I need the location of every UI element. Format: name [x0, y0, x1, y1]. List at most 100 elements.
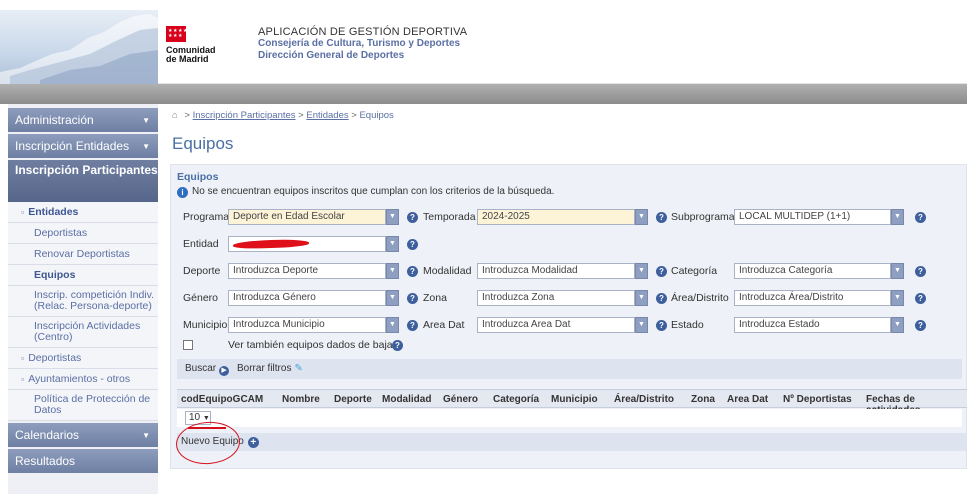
sidebar-item-label: Ayuntamientos - otros — [28, 373, 131, 385]
help-icon[interactable]: ? — [915, 212, 926, 223]
arrow-right-icon: ▶ — [219, 366, 230, 376]
programa-select[interactable]: Deporte en Edad Escolar ▼ — [228, 209, 399, 225]
help-icon[interactable]: ? — [656, 212, 667, 223]
sidebar-item-deportistas[interactable]: Deportistas — [8, 223, 158, 244]
subprograma-label: Subprograma — [671, 211, 735, 223]
estado-input[interactable]: Introduzca Estado ▼ — [734, 317, 904, 333]
dropdown-arrow-icon[interactable]: ▼ — [635, 209, 648, 225]
eraser-icon: ✎ — [294, 363, 303, 374]
notice-message: i No se encuentran equipos inscritos que … — [177, 186, 554, 198]
deporte-label: Deporte — [183, 265, 221, 277]
breadcrumb-inscripcion-participantes[interactable]: Inscripción Participantes — [193, 110, 296, 121]
help-icon[interactable]: ? — [407, 239, 418, 250]
sidebar-item-deportistas-top[interactable]: ▫ Deportistas — [8, 348, 158, 369]
col-area-distrito[interactable]: Área/Distrito — [614, 394, 674, 405]
pager-row: 10 ▼ — [177, 409, 962, 427]
sidebar-item-ayuntamientos[interactable]: ▫ Ayuntamientos - otros — [8, 369, 158, 390]
dropdown-arrow-icon[interactable]: ▼ — [635, 290, 648, 306]
menu-resultados[interactable]: Resultados — [8, 449, 158, 473]
menu-administracion-label: Administración — [15, 113, 94, 127]
menu-administracion[interactable]: Administración ▼ — [8, 108, 158, 132]
col-municipio[interactable]: Municipio — [551, 394, 598, 405]
sidebar-item-politica[interactable]: Política de Protección de Datos — [8, 390, 158, 421]
col-codequipo[interactable]: codEquipoGCAM — [181, 394, 263, 405]
dropdown-arrow-icon[interactable]: ▼ — [635, 317, 648, 333]
sidebar-item-label: Entidades — [28, 206, 79, 218]
sidebar-item-equipos[interactable]: Equipos — [8, 265, 158, 286]
help-icon[interactable]: ? — [392, 340, 403, 351]
bullet-icon: ▫ — [21, 353, 25, 363]
area-distrito-input[interactable]: Introduzca Área/Distrito ▼ — [734, 290, 904, 306]
ver-baja-checkbox[interactable] — [183, 340, 193, 350]
buscar-button[interactable]: Buscar ▶ — [185, 363, 230, 376]
dropdown-arrow-icon[interactable]: ▼ — [386, 209, 399, 225]
help-icon[interactable]: ? — [407, 266, 418, 277]
dropdown-arrow-icon[interactable]: ▼ — [891, 317, 904, 333]
col-area-dat[interactable]: Area Dat — [727, 394, 768, 405]
sidebar-item-renovar-deportistas[interactable]: Renovar Deportistas — [8, 244, 158, 265]
modalidad-input[interactable]: Introduzca Modalidad ▼ — [477, 263, 648, 279]
menu-resultados-label: Resultados — [15, 454, 76, 468]
area-dat-input[interactable]: Introduzca Area Dat ▼ — [477, 317, 648, 333]
subprograma-select[interactable]: LOCAL MULTIDEP (1+1) ▼ — [734, 209, 904, 225]
sidebar-item-label: Equipos — [34, 269, 76, 281]
deporte-input[interactable]: Introduzca Deporte ▼ — [228, 263, 399, 279]
dropdown-arrow-icon[interactable]: ▼ — [891, 263, 904, 279]
dropdown-arrow-icon[interactable]: ▼ — [386, 317, 399, 333]
info-icon: i — [177, 187, 188, 198]
temporada-select[interactable]: 2024-2025 ▼ — [477, 209, 648, 225]
col-zona[interactable]: Zona — [691, 394, 715, 405]
help-icon[interactable]: ? — [656, 293, 667, 304]
col-genero[interactable]: Género — [443, 394, 478, 405]
dropdown-arrow-icon[interactable]: ▼ — [891, 209, 904, 225]
col-num-deportistas[interactable]: Nº Deportistas — [783, 394, 852, 405]
help-icon[interactable]: ? — [407, 320, 418, 331]
menu-calendarios[interactable]: Calendarios ▼ — [8, 423, 158, 447]
col-deporte[interactable]: Deporte — [334, 394, 372, 405]
comunidad-madrid-logo[interactable]: ★★★★ ★★★ Comunidad de Madrid — [166, 26, 246, 74]
sidebar-item-label: Deportistas — [34, 227, 88, 239]
col-nombre[interactable]: Nombre — [282, 394, 320, 405]
zona-input[interactable]: Introduzca Zona ▼ — [477, 290, 648, 306]
sidebar-item-inscripcion-actividades[interactable]: Inscripción Actividades (Centro) — [8, 317, 158, 348]
page-title: Equipos — [172, 134, 234, 153]
help-icon[interactable]: ? — [656, 266, 667, 277]
dropdown-arrow-icon[interactable]: ▼ — [891, 290, 904, 306]
dropdown-arrow-icon[interactable]: ▼ — [386, 263, 399, 279]
area-distrito-label: Área/Distrito — [671, 292, 729, 304]
modalidad-placeholder: Introduzca Modalidad — [482, 265, 578, 276]
zona-placeholder: Introduzca Zona — [482, 292, 555, 303]
estado-label: Estado — [671, 319, 704, 331]
entidad-label: Entidad — [183, 238, 219, 250]
dropdown-arrow-icon[interactable]: ▼ — [635, 263, 648, 279]
help-icon[interactable]: ? — [407, 212, 418, 223]
menu-inscripcion-entidades[interactable]: Inscripción Entidades ▼ — [8, 134, 158, 158]
bullet-icon: ▫ — [21, 207, 25, 217]
area-dat-placeholder: Introduzca Area Dat — [482, 319, 571, 330]
help-icon[interactable]: ? — [915, 266, 926, 277]
chevron-down-icon: ▼ — [142, 116, 150, 125]
sidebar-item-entidades[interactable]: ▫ Entidades — [8, 202, 158, 223]
help-icon[interactable]: ? — [407, 293, 418, 304]
help-icon[interactable]: ? — [915, 320, 926, 331]
redacted-mark — [232, 238, 310, 250]
entidad-select[interactable]: ▼ — [228, 236, 399, 252]
col-modalidad[interactable]: Modalidad — [382, 394, 431, 405]
area-dat-label: Area Dat — [423, 319, 465, 331]
sidebar-item-label: Inscripción Actividades (Centro) — [34, 320, 141, 343]
help-icon[interactable]: ? — [656, 320, 667, 331]
menu-inscripcion-participantes[interactable]: Inscripción Participantes — [8, 160, 158, 202]
sidebar-item-inscrip-competicion[interactable]: Inscrip. competición Indiv.(Relac. Perso… — [8, 286, 158, 317]
nuevo-row: Nuevo Equipo + — [177, 433, 967, 451]
dropdown-arrow-icon[interactable]: ▼ — [386, 236, 399, 252]
home-icon[interactable]: ⌂ — [172, 110, 178, 121]
genero-input[interactable]: Introduzca Género ▼ — [228, 290, 399, 306]
municipio-input[interactable]: Introduzca Municipio ▼ — [228, 317, 399, 333]
breadcrumb-entidades[interactable]: Entidades — [306, 110, 348, 121]
help-icon[interactable]: ? — [915, 293, 926, 304]
temporada-label: Temporada — [423, 211, 476, 223]
categoria-input[interactable]: Introduzca Categoría ▼ — [734, 263, 904, 279]
dropdown-arrow-icon[interactable]: ▼ — [386, 290, 399, 306]
borrar-filtros-button[interactable]: Borrar filtros ✎ — [237, 363, 303, 374]
col-categoria[interactable]: Categoría — [493, 394, 539, 405]
